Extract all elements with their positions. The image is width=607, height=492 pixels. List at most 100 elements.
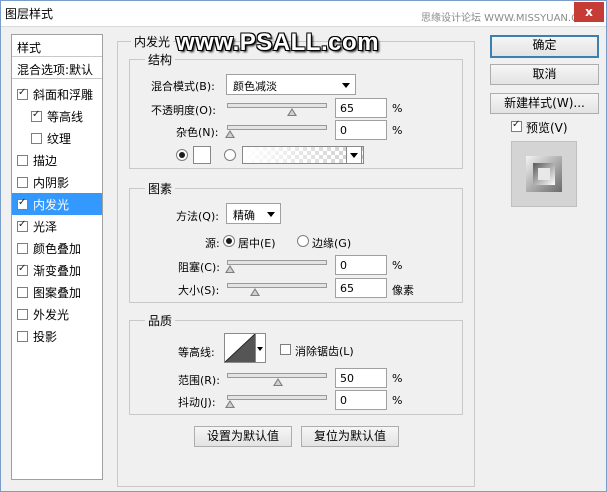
style-item[interactable]: 纹理 xyxy=(12,127,102,149)
size-input[interactable]: 65 xyxy=(335,278,387,298)
antialias-label: 消除锯齿(L) xyxy=(295,345,354,358)
title-bar: 图层样式 思缘设计论坛 WWW.MISSYUAN.COM x xyxy=(1,1,606,27)
style-item-label: 描边 xyxy=(33,153,58,168)
range-label: 范围(R): xyxy=(178,374,220,387)
noise-slider[interactable] xyxy=(225,125,327,138)
source-edge-radio[interactable] xyxy=(297,235,309,247)
styles-list: 样式 混合选项:默认 斜面和浮雕等高线纹理描边内阴影内发光光泽颜色叠加渐变叠加图… xyxy=(11,34,103,480)
size-slider[interactable] xyxy=(227,283,327,296)
style-item[interactable]: 内阴影 xyxy=(12,171,102,193)
style-item-label: 图案叠加 xyxy=(33,285,82,300)
style-item[interactable]: 图案叠加 xyxy=(12,281,102,303)
quality-title: 品质 xyxy=(145,312,176,329)
style-item-checkbox[interactable] xyxy=(17,242,28,254)
style-item-checkbox[interactable] xyxy=(17,308,28,320)
chevron-down-icon xyxy=(350,153,358,158)
style-item[interactable]: 斜面和浮雕 xyxy=(12,83,102,105)
new-style-button[interactable]: 新建样式(W)... xyxy=(490,93,599,114)
jitter-label: 抖动(J): xyxy=(178,396,216,409)
reset-default-button[interactable]: 复位为默认值 xyxy=(301,426,399,447)
style-item-checkbox[interactable] xyxy=(31,132,42,144)
styles-header[interactable]: 样式 xyxy=(12,35,102,57)
style-item-checkbox[interactable] xyxy=(31,109,42,122)
opacity-slider-thumb[interactable] xyxy=(287,108,298,116)
choke-label: 阻塞(C): xyxy=(178,261,220,274)
gradient-radio[interactable] xyxy=(224,149,236,161)
structure-title: 结构 xyxy=(145,51,176,68)
jitter-slider[interactable] xyxy=(225,395,327,408)
jitter-unit: % xyxy=(392,394,403,407)
blend-options-item[interactable]: 混合选项:默认 xyxy=(12,57,102,79)
contour-dropdown[interactable] xyxy=(256,333,266,363)
style-item-checkbox[interactable] xyxy=(17,176,28,188)
style-item-checkbox[interactable] xyxy=(17,87,28,100)
layer-style-dialog: 图层样式 思缘设计论坛 WWW.MISSYUAN.COM x 样式 混合选项:默… xyxy=(0,0,607,492)
chevron-down-icon xyxy=(267,212,275,217)
source-label: 源: xyxy=(205,237,220,250)
style-item-label: 颜色叠加 xyxy=(33,241,82,256)
site-watermark: 思缘设计论坛 WWW.MISSYUAN.COM xyxy=(421,13,595,24)
cancel-button[interactable]: 取消 xyxy=(490,64,599,85)
linear-contour-icon xyxy=(224,333,256,363)
style-item-label: 投影 xyxy=(33,329,58,344)
choke-input[interactable]: 0 xyxy=(335,255,387,275)
style-item[interactable]: 颜色叠加 xyxy=(12,237,102,259)
style-item[interactable]: 外发光 xyxy=(12,303,102,325)
range-input[interactable]: 50 xyxy=(335,368,387,388)
technique-value: 精确 xyxy=(233,209,255,222)
style-item-label: 渐变叠加 xyxy=(33,263,82,278)
noise-unit: % xyxy=(392,124,403,137)
style-item[interactable]: 光泽 xyxy=(12,215,102,237)
range-unit: % xyxy=(392,372,403,385)
elements-title: 图素 xyxy=(145,180,176,197)
contour-preview[interactable] xyxy=(224,333,256,363)
range-slider[interactable] xyxy=(227,373,327,386)
choke-slider[interactable] xyxy=(225,260,327,273)
make-default-button[interactable]: 设置为默认值 xyxy=(194,426,292,447)
source-center-label: 居中(E) xyxy=(238,237,276,250)
style-item-checkbox[interactable] xyxy=(17,330,28,342)
style-item[interactable]: 描边 xyxy=(12,149,102,171)
style-preview-thumbnail xyxy=(511,141,577,207)
jitter-input[interactable]: 0 xyxy=(335,390,387,410)
chevron-down-icon xyxy=(257,347,263,351)
source-edge-label: 边缘(G) xyxy=(312,237,352,250)
style-item[interactable]: 投影 xyxy=(12,325,102,347)
style-item[interactable]: 内发光 xyxy=(12,193,102,215)
window-title: 图层样式 xyxy=(5,7,54,21)
opacity-label: 不透明度(O): xyxy=(151,104,216,117)
blend-mode-label: 混合模式(B): xyxy=(151,80,215,93)
style-item[interactable]: 渐变叠加 xyxy=(12,259,102,281)
gradient-dropdown[interactable] xyxy=(346,146,362,164)
style-item-checkbox[interactable] xyxy=(17,154,28,166)
opacity-slider[interactable] xyxy=(227,103,327,116)
choke-unit: % xyxy=(392,259,403,272)
noise-input[interactable]: 0 xyxy=(335,120,387,140)
style-item-label: 纹理 xyxy=(47,131,72,146)
source-center-radio[interactable] xyxy=(223,235,235,247)
jitter-slider-thumb[interactable] xyxy=(225,400,235,408)
chevron-down-icon xyxy=(342,83,350,88)
technique-select[interactable]: 精确 xyxy=(226,203,281,224)
solid-color-radio[interactable] xyxy=(176,149,188,161)
antialias-checkbox[interactable] xyxy=(280,344,291,355)
bevel-square-preview-icon xyxy=(526,156,562,192)
psall-watermark: www.PSALL.com xyxy=(176,29,379,56)
size-label: 大小(S): xyxy=(178,284,220,297)
ok-button[interactable]: 确定 xyxy=(490,35,599,58)
preview-checkbox[interactable] xyxy=(511,119,522,132)
style-item[interactable]: 等高线 xyxy=(12,105,102,127)
close-button[interactable]: x xyxy=(574,2,604,22)
style-item-checkbox[interactable] xyxy=(17,219,28,232)
noise-slider-thumb[interactable] xyxy=(225,130,235,138)
size-unit: 像素 xyxy=(392,284,414,297)
glow-color-swatch[interactable] xyxy=(193,146,211,164)
style-item-checkbox[interactable] xyxy=(17,197,28,210)
opacity-input[interactable]: 65 xyxy=(335,98,387,118)
range-slider-thumb[interactable] xyxy=(273,378,283,386)
blend-mode-select[interactable]: 颜色减淡 xyxy=(226,74,356,95)
style-item-checkbox[interactable] xyxy=(17,263,28,276)
style-item-checkbox[interactable] xyxy=(17,286,28,298)
choke-slider-thumb[interactable] xyxy=(225,265,235,273)
size-slider-thumb[interactable] xyxy=(249,288,260,296)
